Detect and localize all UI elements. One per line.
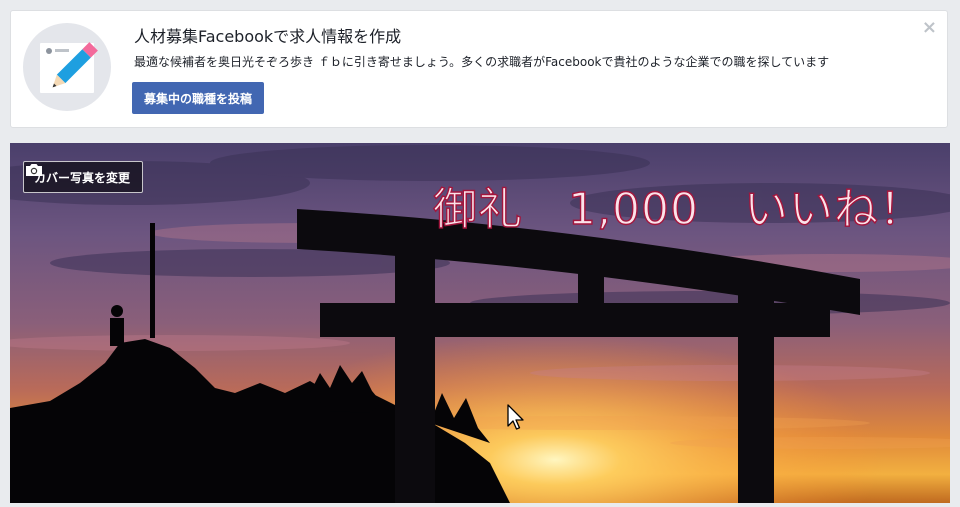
post-job-button[interactable]: 募集中の職種を投稿	[132, 82, 265, 114]
cover-overlay-text: 御礼 1,000 いいね！	[432, 183, 924, 235]
mouse-cursor-icon	[507, 404, 524, 430]
change-cover-label: カバー写真を変更	[34, 170, 131, 185]
promo-description: 最適な候補者を奥日光そぞろ歩き ｆｂに引き寄せましょう。多くの求職者がFaceb…	[134, 55, 830, 69]
cover-photo: カバー写真を変更 御礼 1,000 いいね！	[10, 143, 950, 503]
camera-icon	[26, 164, 42, 176]
job-post-promo-card: 人材募集Facebookで求人情報を作成 最適な候補者を奥日光そぞろ歩き ｆｂに…	[10, 10, 948, 128]
pencil-edit-icon	[23, 23, 111, 111]
close-icon[interactable]: ×	[922, 17, 937, 38]
promo-title: 人材募集Facebookで求人情報を作成	[134, 27, 402, 46]
change-cover-button[interactable]: カバー写真を変更	[23, 161, 144, 193]
